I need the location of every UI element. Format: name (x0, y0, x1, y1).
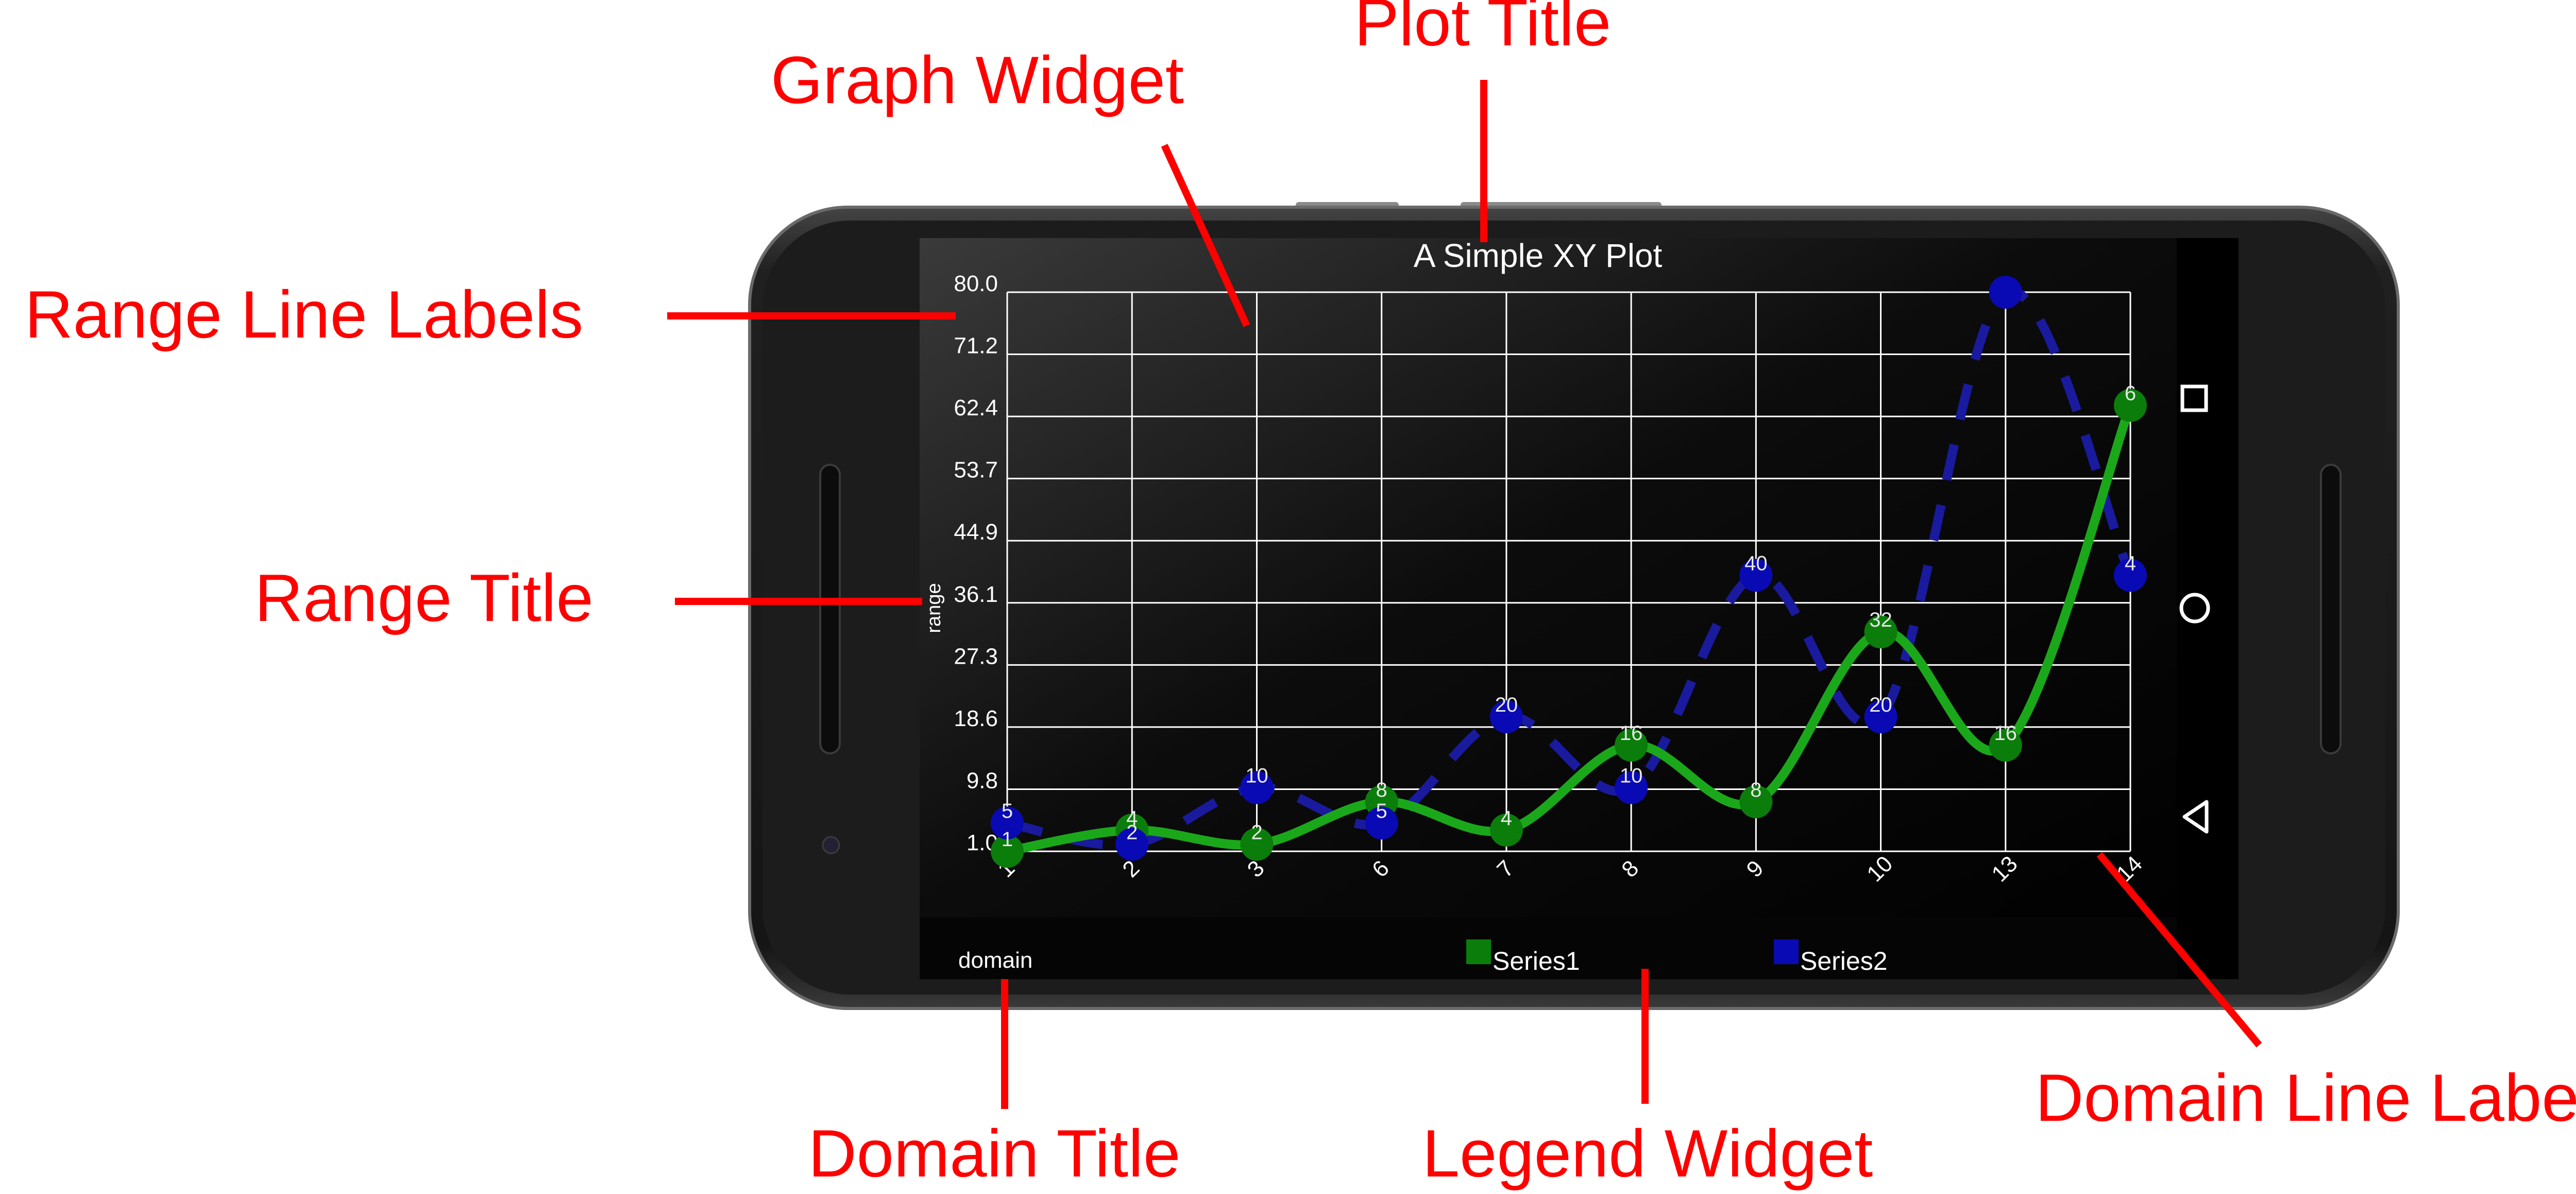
series1-point-label: 1 (1002, 828, 1013, 851)
figure: A Simple XY Plot 1.0 9.8 18.6 27.3 36.1 44.9 5… (0, 0, 2576, 1194)
speaker-left (819, 464, 841, 754)
range-tick-label: 44.9 (954, 519, 998, 545)
series2-point (1989, 276, 2022, 309)
annotation-graph-widget: Graph Widget (771, 42, 1184, 117)
series2-point-label: 2 (1126, 821, 1138, 844)
series2-point-label: 5 (1376, 800, 1387, 822)
series2-point-label: 20 (1495, 694, 1518, 716)
range-tick-label: 9.8 (967, 768, 998, 793)
range-tick-label: 80.0 (954, 271, 998, 296)
series2-point-label: 20 (1869, 694, 1892, 716)
annotation-range-line-labels: Range Line Labels (25, 277, 583, 352)
range-tick-label: 27.3 (954, 644, 998, 669)
range-tick-label: 36.1 (954, 582, 998, 607)
series2-point-label: 5 (1002, 800, 1013, 822)
annotation-range-title: Range Title (255, 560, 594, 635)
series1-point-label: 32 (1869, 609, 1892, 631)
legend-label-series1: Series1 (1493, 947, 1580, 976)
series2-point-label: 40 (1744, 552, 1768, 575)
speaker-right (2320, 464, 2342, 754)
chart-title: A Simple XY Plot (1414, 237, 1663, 274)
series1-point-label: 4 (1501, 807, 1512, 830)
range-tick-label: 62.4 (954, 395, 998, 421)
legend-label-series2: Series2 (1800, 947, 1888, 976)
front-camera (822, 836, 840, 854)
series1-point-label: 16 (1994, 722, 2018, 745)
legend-swatch-series2 (1774, 939, 1799, 964)
domain-title: domain (958, 948, 1032, 973)
series1-point-label: 6 (2125, 382, 2136, 405)
series1-point-label: 8 (1376, 779, 1387, 801)
series1-point-label: 16 (1620, 722, 1643, 745)
legend-swatch-series1 (1466, 939, 1491, 964)
figure-canvas: A Simple XY Plot 1.09.818.627.336.144.95… (25, 0, 2576, 1191)
series2-point-label: 4 (2125, 552, 2136, 575)
series2-point-label: 10 (1620, 764, 1643, 787)
annotation-domain-line-labels: Domain Line Labels (2035, 1060, 2576, 1135)
series2-point-label: 10 (1245, 764, 1268, 787)
range-tick-label: 18.6 (954, 706, 998, 731)
annotation-legend-widget: Legend Widget (1422, 1116, 1873, 1191)
annotation-domain-title: Domain Title (808, 1116, 1181, 1191)
annotation-plot-title: Plot Title (1354, 0, 1612, 60)
range-title: range (923, 583, 945, 633)
range-tick-label: 53.7 (954, 458, 998, 483)
range-tick-label: 71.2 (954, 333, 998, 359)
series1-point-label: 2 (1251, 821, 1262, 844)
series1-point-label: 8 (1750, 779, 1761, 801)
